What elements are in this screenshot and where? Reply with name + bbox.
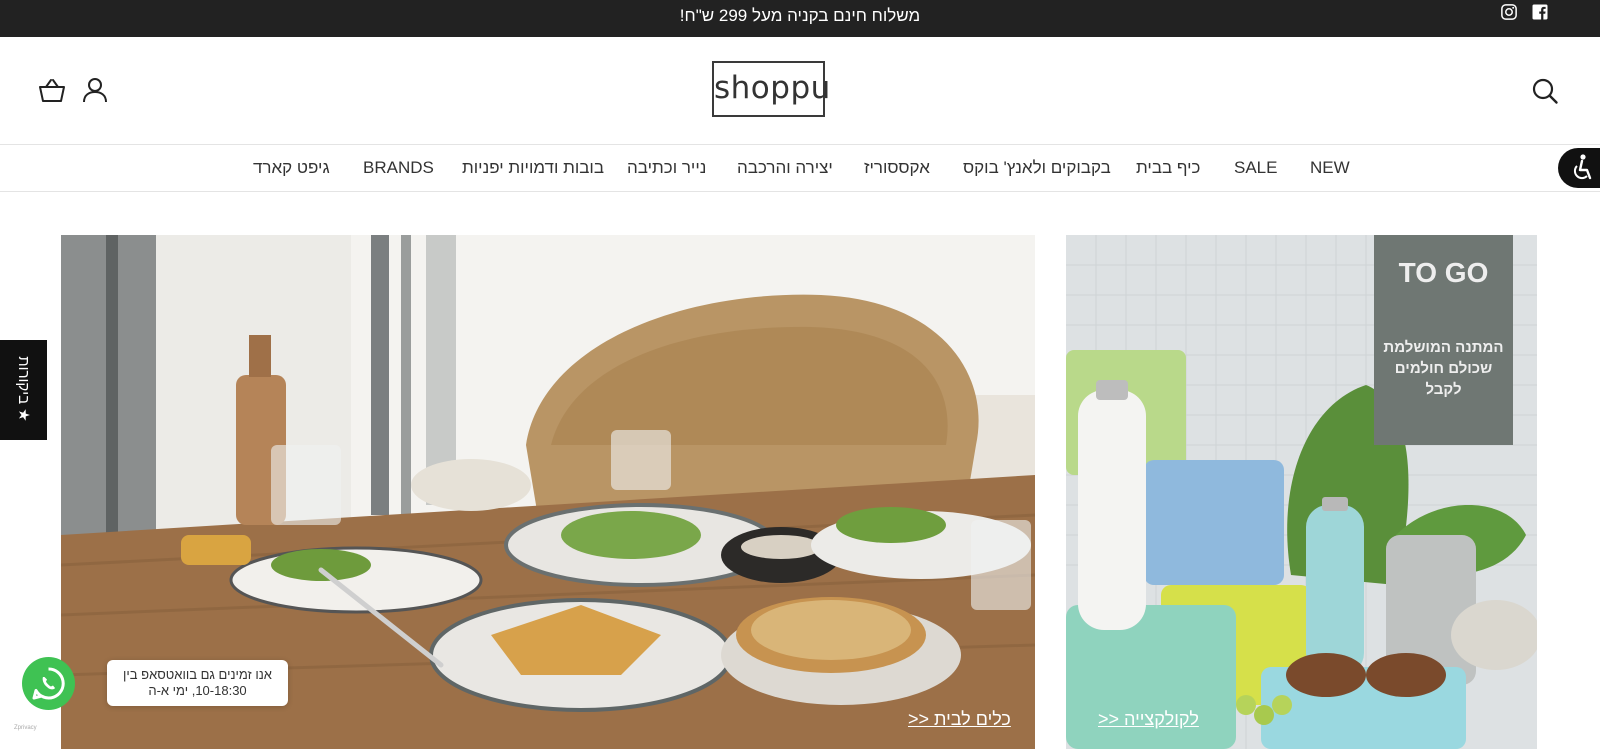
nav-item-crafts[interactable]: יצירה והרכבה [737,145,833,191]
cart-icon[interactable] [38,77,66,105]
facebook-icon[interactable] [1531,3,1549,21]
nav-item-gift-card[interactable]: גיפט קארד [253,145,330,191]
whatsapp-message-line2: 10-18:30, ימי א-ה [148,683,247,698]
to-go-subtitle-line1: המתנה המושלמת [1383,339,1504,356]
accessibility-button[interactable] [1558,148,1600,188]
to-go-panel: TO GO המתנה המושלמת שכולם חולמים לקבל [1374,235,1513,445]
announcement-text: משלוח חינם בקניה מעל 299 ש"ח! [679,6,921,25]
hero-link-tableware[interactable]: כלים לבית << [908,709,1011,730]
to-go-subtitle: המתנה המושלמת שכולם חולמים לקבל [1380,337,1507,400]
whatsapp-credit: Zprivacy [14,725,37,731]
nav-item-new[interactable]: NEW [1310,145,1350,191]
accessibility-icon [1573,154,1592,180]
whatsapp-icon [32,667,65,700]
site-header: shoppu [0,37,1600,145]
nav-item-sale[interactable]: SALE [1234,145,1277,191]
site-logo[interactable]: shoppu [712,61,830,117]
to-go-title: TO GO [1398,257,1489,288]
main-nav: NEW SALE כיף בבית בקבוקים ולאנץ' בוקס אק… [0,145,1600,192]
whatsapp-message: אנו זמינים גם בוואטסאפ בין 10-18:30, ימי… [107,660,288,706]
whatsapp-message-line1: אנו זמינים גם בוואטסאפ בין [123,667,272,682]
hero-banner-to-go[interactable]: TO GO המתנה המושלמת שכולם חולמים לקבל לק… [1066,235,1537,749]
announcement-bar: משלוח חינם בקניה מעל 299 ש"ח! [0,0,1600,37]
hero-link-collection[interactable]: לקולקצייה << [1098,709,1199,730]
to-go-subtitle-line2: שכולם חולמים לקבל [1394,360,1493,398]
nav-item-fun-at-home[interactable]: כיף בבית [1136,145,1200,191]
reviews-tab[interactable]: ★ ביקורות [0,340,47,440]
reviews-tab-label: ★ ביקורות [15,356,32,422]
search-icon[interactable] [1531,77,1559,105]
account-icon[interactable] [81,76,109,104]
instagram-icon[interactable] [1500,3,1518,21]
nav-item-brands[interactable]: BRANDS [363,145,434,191]
whatsapp-button[interactable] [22,657,75,710]
nav-item-accessories[interactable]: אקססוריז [864,145,930,191]
nav-item-japanese-dolls[interactable]: בובות ודמויות יפניות [462,145,604,191]
nav-item-bottles-lunchbox[interactable]: בקבוקים ולאנץ' בוקס [963,145,1111,191]
nav-item-stationery[interactable]: נייר וכתיבה [627,145,706,191]
